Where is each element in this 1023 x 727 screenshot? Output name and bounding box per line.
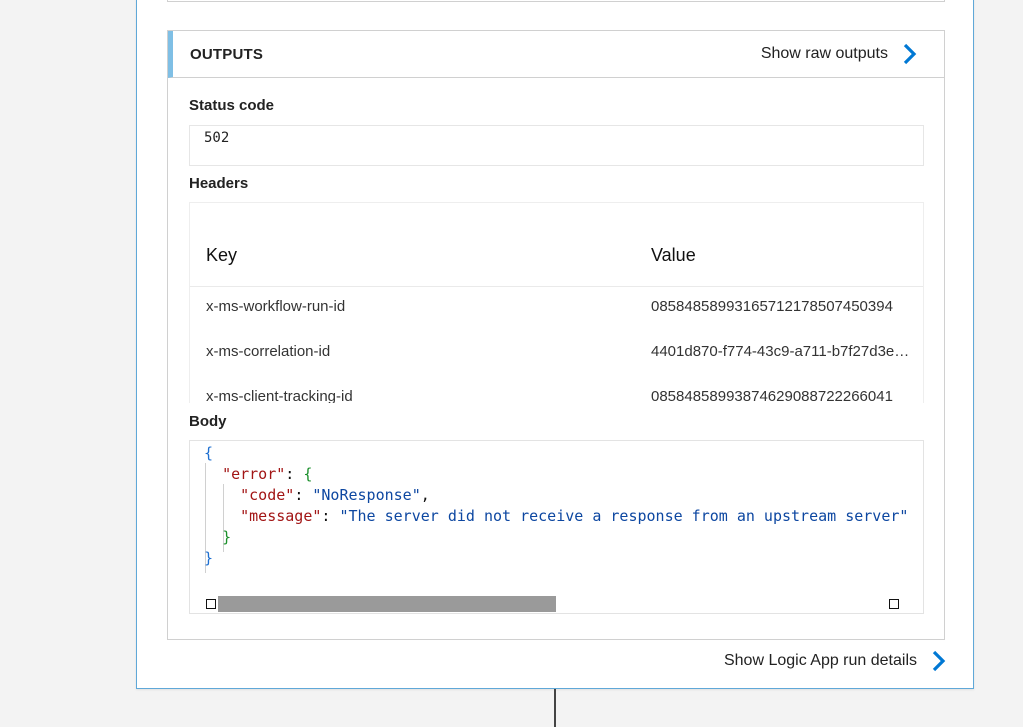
json-open-brace: {	[204, 444, 214, 462]
outputs-section: OUTPUTS Show raw outputs Status code 502…	[167, 30, 945, 640]
header-key: x-ms-correlation-id	[206, 343, 331, 360]
json-message-value: "The server did not receive a response f…	[339, 507, 909, 525]
chevron-right-icon	[903, 43, 917, 65]
scroll-right-button[interactable]	[889, 599, 899, 609]
body-label: Body	[189, 413, 227, 430]
header-key: x-ms-workflow-run-id	[206, 298, 346, 315]
json-inner-close-brace: }	[222, 528, 232, 546]
header-value: 08584858993165712178507450394	[651, 298, 893, 315]
show-run-details-link[interactable]: Show Logic App run details	[724, 650, 949, 672]
json-code-value: "NoResponse"	[312, 486, 421, 504]
header-value: 08584858993874629088722266041	[651, 388, 893, 403]
show-raw-outputs-label: Show raw outputs	[760, 45, 888, 62]
show-raw-outputs-link[interactable]: Show raw outputs	[761, 43, 920, 65]
scroll-left-button[interactable]	[206, 599, 216, 609]
outputs-header: OUTPUTS Show raw outputs	[168, 31, 944, 78]
horizontal-scrollbar-thumb[interactable]	[218, 596, 556, 612]
header-key: x-ms-client-tracking-id	[206, 388, 353, 403]
previous-section	[167, 0, 945, 2]
action-card: OUTPUTS Show raw outputs Status code 502…	[136, 0, 974, 689]
json-message-key: "message"	[240, 507, 322, 525]
body-json: { "error": { "code": "NoResponse", "mess…	[204, 444, 909, 567]
outputs-title: OUTPUTS	[190, 46, 264, 63]
flow-connector-line	[554, 689, 556, 727]
table-row: x-ms-client-tracking-id 0858485899387462…	[190, 203, 923, 403]
status-code-label: Status code	[189, 97, 275, 114]
json-error-key: "error"	[222, 465, 286, 483]
json-close-brace: }	[204, 549, 214, 567]
header-value: 4401d870-f774-43c9-a711-b7f27d3e5a1c	[651, 343, 913, 360]
json-code-key: "code"	[240, 486, 295, 504]
header-divider	[190, 286, 923, 287]
show-run-details-label: Show Logic App run details	[723, 652, 917, 669]
headers-label: Headers	[189, 175, 249, 192]
chevron-right-icon	[932, 650, 946, 672]
body-code-viewer[interactable]: { "error": { "code": "NoResponse", "mess…	[189, 440, 924, 614]
status-code-value: 502	[189, 125, 924, 166]
headers-table[interactable]: Key Value x-ms-workflow-run-id 085848589…	[189, 202, 924, 403]
